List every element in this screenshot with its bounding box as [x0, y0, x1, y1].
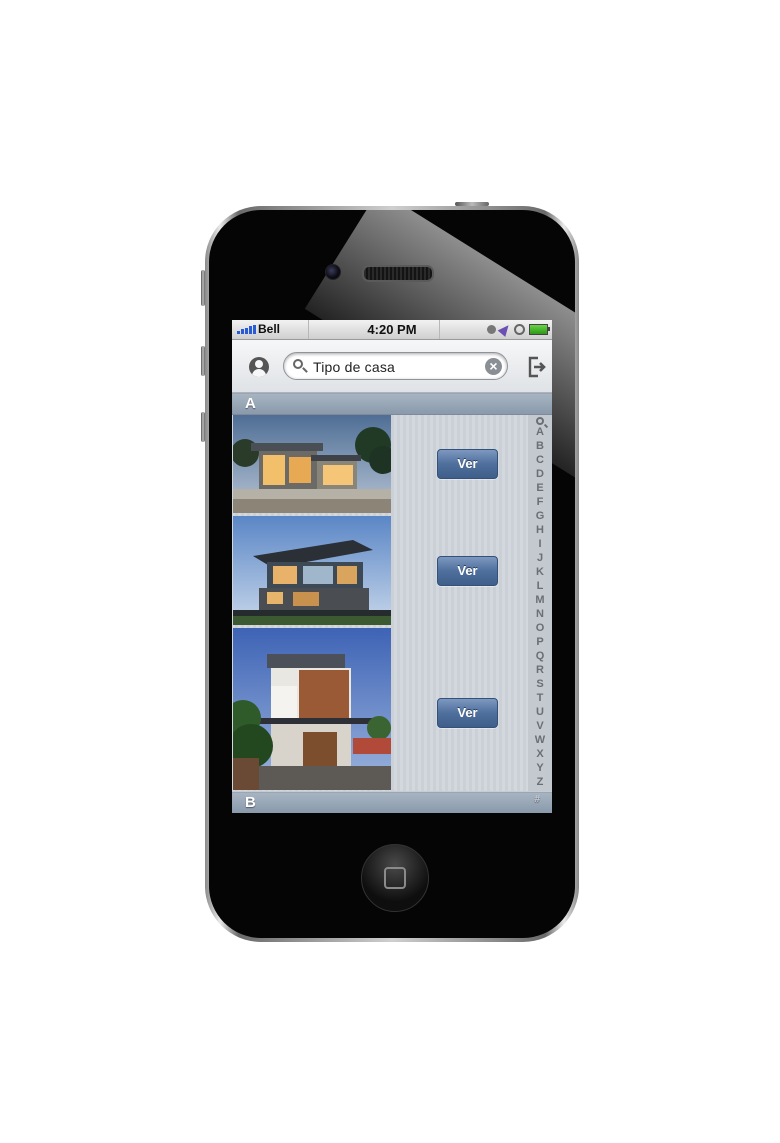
- section-index[interactable]: ABCDEFGHIJKLMNOPQRSTUVWXYZ: [528, 415, 552, 791]
- volume-down-button: [201, 412, 205, 442]
- house-photo[interactable]: [233, 628, 391, 790]
- search-icon: [293, 359, 303, 369]
- user-circle-icon[interactable]: [249, 357, 269, 377]
- power-button: [455, 202, 489, 206]
- status-bar: Bell 4:20 PM: [232, 320, 552, 340]
- logout-icon[interactable]: [527, 356, 547, 378]
- index-letter-r[interactable]: R: [528, 663, 552, 677]
- battery-icon: [529, 324, 550, 335]
- index-letter-a[interactable]: A: [528, 425, 552, 439]
- rotation-lock-icon: [514, 324, 525, 335]
- list-item[interactable]: Ver: [232, 516, 528, 627]
- index-letter-d[interactable]: D: [528, 467, 552, 481]
- house-photo[interactable]: [233, 516, 391, 625]
- index-letter-o[interactable]: O: [528, 621, 552, 635]
- ver-button[interactable]: Ver: [437, 556, 498, 586]
- search-field[interactable]: Tipo de casa ×: [283, 352, 508, 380]
- section-letter: B: [245, 794, 256, 811]
- index-letter-i[interactable]: I: [528, 537, 552, 551]
- index-letter-m[interactable]: M: [528, 593, 552, 607]
- house-list: Ver Ver Ver: [232, 415, 528, 791]
- house-photo[interactable]: [233, 415, 391, 513]
- section-header-b: B #: [232, 792, 552, 813]
- index-letter-h[interactable]: H: [528, 523, 552, 537]
- index-letter-l[interactable]: L: [528, 579, 552, 593]
- list-item[interactable]: Ver: [232, 415, 528, 515]
- index-letter-x[interactable]: X: [528, 747, 552, 761]
- index-hash[interactable]: #: [534, 794, 540, 805]
- index-letter-y[interactable]: Y: [528, 761, 552, 775]
- index-letter-g[interactable]: G: [528, 509, 552, 523]
- index-search-icon[interactable]: [536, 417, 544, 425]
- index-letter-c[interactable]: C: [528, 453, 552, 467]
- index-letter-p[interactable]: P: [528, 635, 552, 649]
- section-header-a: A: [232, 393, 552, 415]
- ver-button[interactable]: Ver: [437, 698, 498, 728]
- home-square-icon: [384, 867, 406, 889]
- clear-search-icon[interactable]: ×: [485, 358, 502, 375]
- volume-up-button: [201, 346, 205, 376]
- ver-button[interactable]: Ver: [437, 449, 498, 479]
- section-letter: A: [245, 395, 256, 412]
- search-input-value[interactable]: Tipo de casa: [313, 359, 395, 375]
- index-letter-n[interactable]: N: [528, 607, 552, 621]
- list-item[interactable]: Ver: [232, 628, 528, 791]
- home-button[interactable]: [361, 844, 429, 912]
- index-letter-e[interactable]: E: [528, 481, 552, 495]
- nav-bar: Tipo de casa ×: [232, 340, 552, 393]
- mute-switch: [201, 270, 205, 306]
- app-screen: Bell 4:20 PM Tipo de casa × A Ver Ver Ve…: [232, 320, 552, 813]
- front-camera: [325, 264, 341, 280]
- index-letter-u[interactable]: U: [528, 705, 552, 719]
- location-arrow-icon: [497, 322, 513, 337]
- index-letter-v[interactable]: V: [528, 719, 552, 733]
- earpiece-speaker: [362, 265, 434, 282]
- alarm-icon: [487, 325, 496, 334]
- index-letter-j[interactable]: J: [528, 551, 552, 565]
- index-letter-s[interactable]: S: [528, 677, 552, 691]
- index-letter-w[interactable]: W: [528, 733, 552, 747]
- index-letter-f[interactable]: F: [528, 495, 552, 509]
- index-letter-b[interactable]: B: [528, 439, 552, 453]
- index-letter-q[interactable]: Q: [528, 649, 552, 663]
- index-letter-t[interactable]: T: [528, 691, 552, 705]
- index-letter-z[interactable]: Z: [528, 775, 552, 789]
- index-letter-k[interactable]: K: [528, 565, 552, 579]
